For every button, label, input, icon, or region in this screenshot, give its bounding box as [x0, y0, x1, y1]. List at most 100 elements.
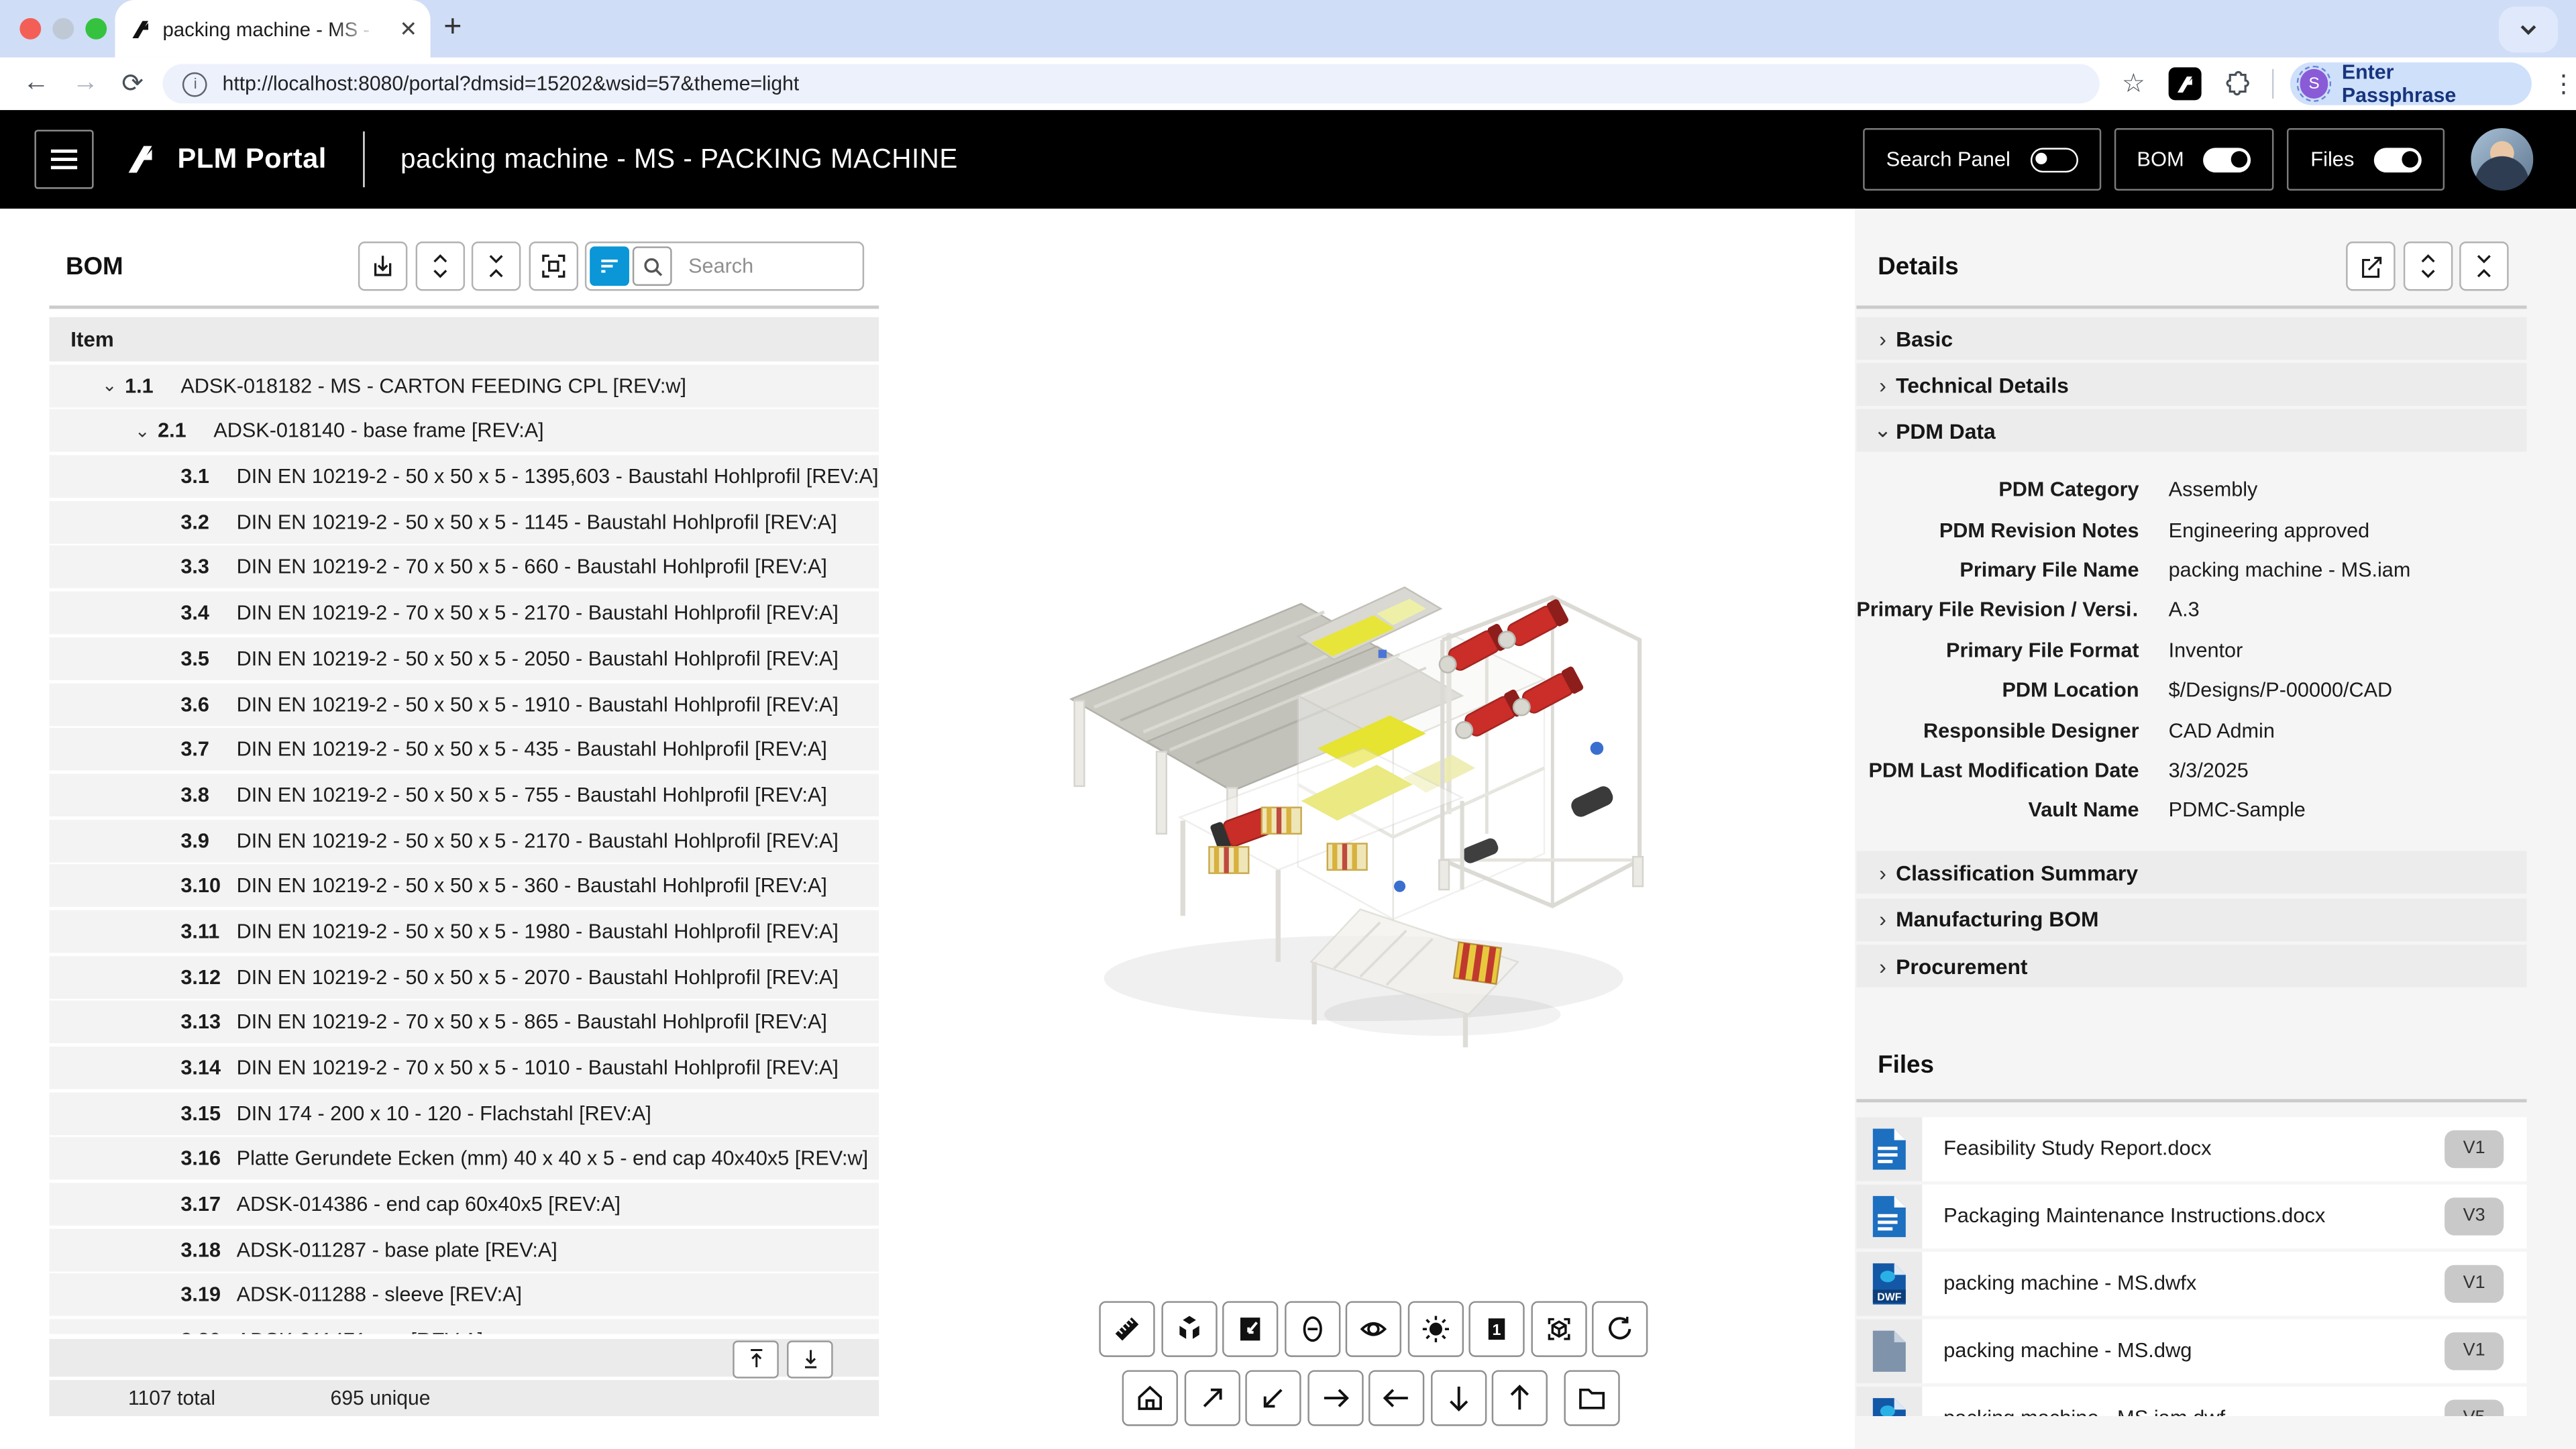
browser-tab-bar: packing machine - MS - PACK ✕ + [0, 0, 2576, 58]
reload-icon[interactable]: ⟳ [121, 67, 144, 100]
extensions-puzzle-icon[interactable] [2224, 70, 2252, 98]
file-row[interactable]: DWF packing machine - MS.dwfx V1 [1856, 1251, 2526, 1316]
bom-tree-row[interactable]: 3.9 DIN EN 10219-2 - 50 x 50 x 5 - 2170 … [49, 819, 879, 862]
details-open-external-button[interactable] [2346, 241, 2395, 290]
accordion-section-header[interactable]: › Basic [1856, 317, 2526, 360]
bom-tree-row[interactable]: 3.15 DIN 174 - 200 x 10 - 120 - Flachsta… [49, 1092, 879, 1135]
autodesk-extension-icon[interactable] [2168, 67, 2200, 100]
bookmark-star-icon[interactable]: ☆ [2122, 67, 2145, 100]
bom-tree-row[interactable]: 3.7 DIN EN 10219-2 - 50 x 50 x 5 - 435 -… [49, 728, 879, 771]
bom-tree-row[interactable]: 3.14 DIN EN 10219-2 - 70 x 50 x 5 - 1010… [49, 1046, 879, 1089]
brightness-button[interactable] [1407, 1301, 1463, 1357]
bom-tree-row[interactable]: 3.19 ADSK-011288 - sleeve [REV:A] [49, 1274, 879, 1317]
bom-tree-row-partial[interactable]: 3.20 ADSK-011471 - … [REV:A] [49, 1320, 879, 1335]
details-expand-all-button[interactable] [2403, 241, 2452, 290]
bom-tree-row[interactable]: 3.3 DIN EN 10219-2 - 70 x 50 x 5 - 660 -… [49, 546, 879, 589]
maximize-window-icon[interactable] [85, 18, 107, 40]
close-window-icon[interactable] [19, 18, 41, 40]
main-menu-button[interactable] [34, 129, 93, 189]
accordion-section-header[interactable]: › Technical Details [1856, 363, 2526, 406]
brand-title: PLM Portal [177, 143, 326, 176]
bom-search-input[interactable] [685, 253, 856, 279]
accordion-section-header[interactable]: › Classification Summary [1856, 851, 2526, 894]
bom-tree-row[interactable]: 3.18 ADSK-011287 - base plate [REV:A] [49, 1228, 879, 1271]
pdm-field-value: packing machine - MS.iam [2169, 559, 2411, 582]
bom-item-text: DIN EN 10219-2 - 50 x 50 x 5 - 2070 - Ba… [237, 965, 839, 988]
bom-expand-all-button[interactable] [415, 241, 464, 290]
rotate-button[interactable] [1592, 1301, 1648, 1357]
viewer-toolbar-primary: 1 [1099, 1301, 1648, 1357]
bom-tree-row[interactable]: 3.17 ADSK-014386 - end cap 60x40x5 [REV:… [49, 1183, 879, 1226]
single-viewport-button[interactable]: 1 [1468, 1301, 1524, 1357]
bom-tree-row[interactable]: 3.12 DIN EN 10219-2 - 50 x 50 x 5 - 2070… [49, 955, 879, 998]
move-down-button[interactable] [1430, 1370, 1486, 1426]
bom-tree-row[interactable]: 3.16 Platte Gerundete Ecken (mm) 40 x 40… [49, 1138, 879, 1181]
file-row[interactable]: DWF Packaging Maintenance Instructions.d… [1856, 1183, 2526, 1248]
hide-button[interactable] [1284, 1301, 1340, 1357]
bom-tree-row[interactable]: 3.13 DIN EN 10219-2 - 70 x 50 x 5 - 865 … [49, 1001, 879, 1044]
forward-icon[interactable]: → [72, 69, 99, 99]
home-view-button[interactable] [1122, 1370, 1178, 1426]
minimize-window-icon[interactable] [52, 18, 74, 40]
search-panel-toggle-switch[interactable] [2030, 147, 2078, 172]
bom-fit-button[interactable] [528, 241, 577, 290]
new-tab-icon[interactable]: + [443, 10, 462, 46]
bom-collapse-all-button[interactable] [472, 241, 521, 290]
bom-tree-row[interactable]: 3.1 DIN EN 10219-2 - 50 x 50 x 5 - 1395,… [49, 455, 879, 498]
browser-tab[interactable]: packing machine - MS - PACK ✕ [115, 0, 430, 58]
3d-viewer-canvas[interactable] [1051, 534, 1676, 1068]
browser-menu-icon[interactable]: ⋮ [2551, 69, 2576, 99]
accordion-section-header[interactable]: › Manufacturing BOM [1856, 898, 2526, 941]
bom-tree-row[interactable]: 3.5 DIN EN 10219-2 - 50 x 50 x 5 - 2050 … [49, 637, 879, 680]
tab-close-icon[interactable]: ✕ [399, 15, 417, 42]
move-right-button[interactable] [1307, 1370, 1362, 1426]
files-toggle[interactable]: Files [2288, 128, 2445, 191]
move-left-button[interactable] [1368, 1370, 1424, 1426]
move-up-right-button[interactable] [1183, 1370, 1239, 1426]
accordion-section-header[interactable]: › Procurement [1856, 945, 2526, 987]
bom-tree-row[interactable]: 3.6 DIN EN 10219-2 - 50 x 50 x 5 - 1910 … [49, 683, 879, 726]
chevron-down-icon[interactable]: ⌄ [102, 375, 125, 396]
fit-selection-button[interactable] [1530, 1301, 1586, 1357]
enter-passphrase-button[interactable]: S Enter Passphrase [2290, 62, 2532, 105]
bom-search-icon[interactable] [633, 246, 672, 286]
bom-tree-row[interactable]: 3.8 DIN EN 10219-2 - 50 x 50 x 5 - 755 -… [49, 773, 879, 816]
back-icon[interactable]: ← [23, 69, 49, 99]
move-down-left-button[interactable] [1245, 1370, 1301, 1426]
details-collapse-all-button[interactable] [2459, 241, 2508, 290]
address-field[interactable]: i http://localhost:8080/portal?dmsid=152… [163, 64, 2098, 104]
pdm-field-value: Assembly [2169, 478, 2258, 501]
bom-download-button[interactable] [358, 241, 407, 290]
scroll-to-bottom-button[interactable] [787, 1340, 833, 1377]
file-row[interactable]: DWF packing machine - MS.iam.dwf V5 [1856, 1386, 2526, 1416]
screenshot-button[interactable] [1222, 1301, 1278, 1357]
measure-button[interactable] [1099, 1301, 1155, 1357]
bom-tree-row[interactable]: ⌄ 2.1 ADSK-018140 - base frame [REV:A] [49, 410, 879, 453]
window-controls[interactable] [19, 18, 107, 40]
bom-toggle[interactable]: BOM [2114, 128, 2274, 191]
enter-passphrase-label: Enter Passphrase [2342, 61, 2512, 107]
user-avatar[interactable] [2471, 128, 2533, 191]
bom-tree-row[interactable]: ⌄ 1.1 ADSK-018182 - MS - CARTON FEEDING … [49, 364, 879, 407]
accordion-section-header[interactable]: ⌄ PDM Data [1856, 409, 2526, 452]
show-button[interactable] [1346, 1301, 1401, 1357]
explode-button[interactable] [1161, 1301, 1216, 1357]
move-up-button[interactable] [1492, 1370, 1548, 1426]
file-row[interactable]: DWF packing machine - MS.dwg V1 [1856, 1318, 2526, 1383]
search-panel-toggle[interactable]: Search Panel [1863, 128, 2100, 191]
scroll-to-top-button[interactable] [733, 1340, 779, 1377]
bom-tree-row[interactable]: 3.4 DIN EN 10219-2 - 70 x 50 x 5 - 2170 … [49, 592, 879, 635]
bom-filter-button[interactable] [590, 246, 629, 286]
bom-item-text: DIN EN 10219-2 - 70 x 50 x 5 - 660 - Bau… [237, 556, 827, 579]
bom-tree-row[interactable]: 3.2 DIN EN 10219-2 - 50 x 50 x 5 - 1145 … [49, 500, 879, 543]
bom-toggle-switch[interactable] [2204, 147, 2251, 172]
bom-tree-row[interactable]: 3.11 DIN EN 10219-2 - 50 x 50 x 5 - 1980… [49, 910, 879, 953]
views-folder-button[interactable] [1563, 1370, 1619, 1426]
files-toggle-switch[interactable] [2374, 147, 2422, 172]
tab-search-icon[interactable] [2499, 7, 2558, 53]
site-info-icon[interactable]: i [183, 72, 208, 97]
bom-tree-row[interactable]: 3.10 DIN EN 10219-2 - 50 x 50 x 5 - 360 … [49, 865, 879, 908]
chevron-down-icon[interactable]: ⌄ [135, 421, 158, 442]
file-row[interactable]: DWF Feasibility Study Report.docx V1 [1856, 1116, 2526, 1181]
word-document-icon [1871, 1126, 1907, 1171]
